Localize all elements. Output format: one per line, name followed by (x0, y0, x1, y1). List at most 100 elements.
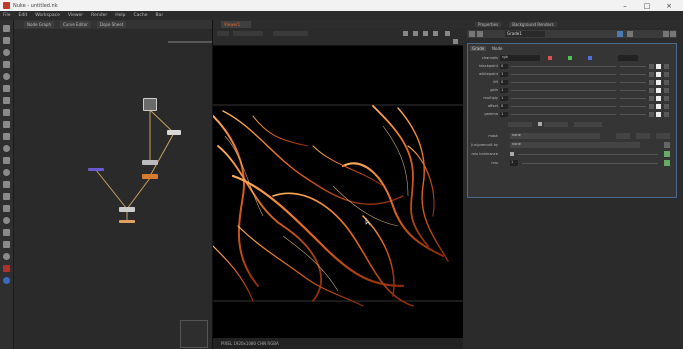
blackpoint-slider[interactable] (511, 66, 616, 67)
lock-icon[interactable] (423, 31, 428, 36)
roi-icon[interactable] (413, 31, 418, 36)
gamma-slider-fine[interactable] (620, 114, 646, 115)
viewer-node[interactable] (119, 220, 135, 223)
node-name-field[interactable]: Grade1 (505, 31, 545, 37)
menu-help[interactable]: Help (115, 13, 125, 18)
channel-dropdown[interactable] (217, 31, 229, 36)
read-node[interactable] (143, 98, 157, 111)
whitepoint-value[interactable]: 1 (500, 72, 508, 77)
blur-node[interactable] (142, 160, 158, 165)
misc-tool-icon[interactable] (3, 253, 10, 260)
green-channel-checkbox[interactable] (568, 56, 572, 60)
blackpoint-anim-icon[interactable] (664, 64, 669, 69)
views-tool-icon[interactable] (3, 145, 10, 152)
blackpoint-value[interactable]: 0 (500, 64, 508, 69)
time-tool-icon[interactable] (3, 49, 10, 56)
multiply-slider-fine[interactable] (620, 98, 646, 99)
menu-file[interactable]: File (3, 13, 11, 18)
help-icon[interactable] (627, 31, 633, 37)
menu-cache[interactable]: Cache (133, 13, 147, 18)
multiply-picker-icon[interactable] (649, 96, 654, 101)
toolsets-tool-icon[interactable] (3, 193, 10, 200)
lift-value[interactable]: 0 (500, 80, 508, 85)
whitepoint-anim-icon[interactable] (664, 72, 669, 77)
black-clamp-checkbox[interactable] (538, 122, 542, 126)
mix-slider[interactable] (522, 163, 658, 164)
red-tool-icon[interactable] (3, 265, 10, 272)
blue-tool-icon[interactable] (3, 277, 10, 284)
float-panel-icon[interactable] (663, 31, 669, 37)
menu-viewer[interactable]: Viewer (68, 13, 83, 18)
particles-tool-icon[interactable] (3, 169, 10, 176)
tab-properties[interactable]: Properties (475, 21, 502, 27)
offset-value[interactable]: 0 (500, 104, 508, 109)
gain-swatch[interactable] (656, 88, 661, 93)
multiply-swatch[interactable] (656, 96, 661, 101)
minimize-button[interactable]: – (614, 0, 636, 11)
fringe-checkbox[interactable] (656, 133, 670, 139)
transform-tool-icon[interactable] (3, 121, 10, 128)
menu-edit[interactable]: Edit (19, 13, 28, 18)
pause-icon[interactable] (433, 31, 438, 36)
offset-anim-icon[interactable] (664, 104, 669, 109)
menu-workspace[interactable]: Workspace (35, 13, 60, 18)
blackpoint-picker-icon[interactable] (649, 64, 654, 69)
gamma-value[interactable]: 1 (500, 112, 508, 117)
reverse-checkbox[interactable] (508, 122, 532, 127)
collapse-icon[interactable] (477, 31, 483, 37)
offset-slider[interactable] (511, 106, 616, 107)
deep-tool-icon[interactable] (3, 181, 10, 188)
input-dropdown[interactable] (273, 31, 308, 36)
gain-picker-icon[interactable] (649, 88, 654, 93)
lift-anim-icon[interactable] (664, 80, 669, 85)
pin-icon[interactable] (469, 31, 475, 37)
lift-swatch[interactable] (656, 80, 661, 85)
navigator-thumbnail[interactable] (180, 320, 208, 348)
keyer-tool-icon[interactable] (3, 97, 10, 104)
mask-dropdown[interactable]: none (510, 133, 600, 139)
offset-picker-icon[interactable] (649, 104, 654, 109)
mix-value[interactable]: 1 (510, 160, 518, 166)
gain-slider-fine[interactable] (620, 90, 646, 91)
node-graph-panel[interactable]: Node Graph Curve Editor Dope Sheet (14, 20, 212, 349)
multiply-anim-icon[interactable] (664, 96, 669, 101)
gamma-picker-icon[interactable] (649, 112, 654, 117)
blue-channel-checkbox[interactable] (588, 56, 592, 60)
invert-checkbox[interactable] (636, 133, 650, 139)
tab-grade[interactable]: Grade (470, 46, 487, 51)
close-button[interactable]: × (658, 0, 680, 11)
merge-node[interactable] (142, 174, 158, 179)
gain-anim-icon[interactable] (664, 88, 669, 93)
blackpoint-slider-fine[interactable] (620, 66, 646, 67)
plugin-tool-icon[interactable] (3, 229, 10, 236)
lift-slider[interactable] (511, 82, 616, 83)
layer-dropdown[interactable] (233, 31, 263, 36)
offset-slider-fine[interactable] (620, 106, 646, 107)
close-panel-icon[interactable] (670, 31, 676, 37)
other-tool-icon[interactable] (3, 205, 10, 212)
viewer-canvas[interactable] (212, 46, 464, 349)
draw-tool-icon[interactable] (3, 37, 10, 44)
whitepoint-picker-icon[interactable] (649, 72, 654, 77)
multiply-value[interactable]: 1 (500, 96, 508, 101)
alpha-dropdown[interactable] (618, 55, 638, 61)
menu-bar-item[interactable]: Bar (155, 13, 163, 18)
red-channel-checkbox[interactable] (548, 56, 552, 60)
mix-luminance-slider[interactable] (518, 154, 658, 155)
tab-viewer[interactable]: Viewer1 (221, 21, 251, 28)
refresh-icon[interactable] (453, 39, 458, 44)
metadata-tool-icon[interactable] (3, 157, 10, 164)
furnace-tool-icon[interactable] (3, 217, 10, 224)
menu-render[interactable]: Render (91, 13, 107, 18)
mix-luminance-anim-icon[interactable] (664, 151, 670, 157)
lift-slider-fine[interactable] (620, 82, 646, 83)
mix-anim-icon[interactable] (664, 160, 670, 166)
gain-value[interactable]: 1 (500, 88, 508, 93)
gamma-anim-icon[interactable] (664, 112, 669, 117)
inject-checkbox[interactable] (616, 133, 630, 139)
maximize-button[interactable]: □ (636, 0, 658, 11)
zoom-icon[interactable] (403, 31, 408, 36)
write-node[interactable] (119, 207, 135, 212)
whitepoint-swatch[interactable] (656, 72, 661, 77)
channels-dropdown[interactable]: rgb (500, 55, 540, 61)
